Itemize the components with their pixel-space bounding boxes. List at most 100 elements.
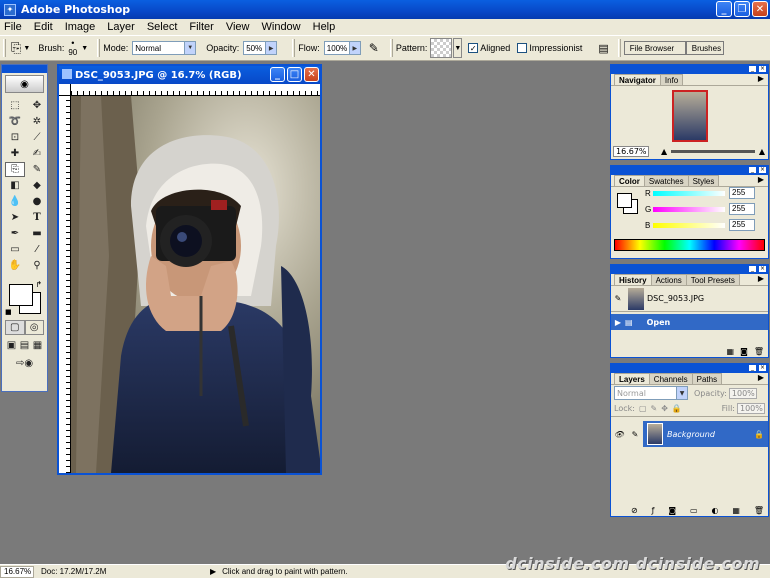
- eyedropper-icon[interactable]: ⁄: [27, 242, 47, 257]
- airbrush-icon[interactable]: ✎: [369, 41, 379, 55]
- zoom-in-icon[interactable]: ▲: [759, 147, 765, 156]
- move-icon[interactable]: ✥: [27, 98, 47, 113]
- adjustment-layer-icon[interactable]: ◐: [711, 506, 718, 515]
- layers-panel-header[interactable]: _ ×: [611, 364, 768, 373]
- adobe-online-icon[interactable]: ◉: [5, 75, 44, 93]
- color-fg-swatch[interactable]: [617, 193, 632, 208]
- doc-minimize-button[interactable]: _: [270, 67, 285, 82]
- zoom-out-icon[interactable]: ▲: [661, 147, 667, 156]
- delete-state-icon[interactable]: 🗑: [754, 347, 764, 356]
- menu-window[interactable]: Window: [262, 21, 301, 33]
- tab-layers[interactable]: Layers: [614, 373, 650, 384]
- tab-navigator[interactable]: Navigator: [614, 74, 661, 85]
- flow-field[interactable]: 100% ▶: [323, 41, 361, 55]
- history-panel-header[interactable]: _ ×: [611, 265, 768, 274]
- close-panel-icon[interactable]: ×: [758, 65, 767, 73]
- tab-swatches[interactable]: Swatches: [643, 175, 689, 186]
- quick-mask-icon[interactable]: ◎: [24, 320, 44, 335]
- crop-icon[interactable]: ⊡: [5, 130, 25, 145]
- b-value[interactable]: 255: [729, 219, 755, 231]
- tab-actions[interactable]: Actions: [650, 274, 687, 285]
- menu-view[interactable]: View: [226, 21, 250, 33]
- shape-icon[interactable]: ▬: [27, 226, 47, 241]
- menu-help[interactable]: Help: [313, 21, 336, 33]
- history-snapshot-row[interactable]: ✎ DSC_9053.JPG: [611, 286, 768, 312]
- menu-edit[interactable]: Edit: [34, 21, 53, 33]
- foreground-color[interactable]: [9, 284, 33, 306]
- color-panel-header[interactable]: _ ×: [611, 166, 768, 175]
- horizontal-ruler[interactable]: [71, 84, 320, 96]
- close-panel-icon[interactable]: ×: [758, 364, 767, 372]
- menu-filter[interactable]: Filter: [189, 21, 213, 33]
- eraser-icon[interactable]: ◧: [5, 178, 25, 193]
- path-select-icon[interactable]: ➤: [5, 210, 25, 225]
- panel-menu-icon[interactable]: ▶: [758, 175, 764, 186]
- clone-stamp-tool-icon[interactable]: ⎘: [5, 162, 25, 177]
- dodge-icon[interactable]: ●: [27, 194, 47, 209]
- swap-colors-icon[interactable]: ↱: [35, 280, 42, 289]
- blur-icon[interactable]: 💧: [5, 194, 25, 209]
- minimize-panel-icon[interactable]: _: [748, 166, 757, 174]
- pen-icon[interactable]: ✒: [5, 226, 25, 241]
- screen-mode-full-menu-icon[interactable]: ▤: [19, 338, 31, 353]
- lock-all-icon[interactable]: 🔒: [672, 404, 682, 413]
- tool-palette-header[interactable]: [2, 65, 47, 73]
- hand-icon[interactable]: ✋: [5, 258, 25, 273]
- history-brush-source-icon[interactable]: ✎: [611, 294, 625, 303]
- menu-layer[interactable]: Layer: [107, 21, 135, 33]
- lock-paint-icon[interactable]: ✎: [651, 404, 658, 413]
- tab-color[interactable]: Color: [614, 175, 645, 186]
- panel-menu-icon[interactable]: ▶: [758, 274, 764, 285]
- r-slider[interactable]: [653, 191, 725, 196]
- layer-mask-icon[interactable]: ◙: [668, 506, 676, 515]
- layer-visibility-eye-icon[interactable]: 👁: [611, 421, 627, 447]
- clone-stamp-icon[interactable]: ⎘: [11, 40, 21, 56]
- brushes-tab[interactable]: Brushes: [685, 41, 724, 55]
- new-group-icon[interactable]: ▭: [690, 506, 698, 515]
- tab-info[interactable]: Info: [659, 74, 684, 85]
- screen-mode-full-icon[interactable]: ▦: [32, 338, 44, 353]
- new-document-from-state-icon[interactable]: ▦: [727, 347, 735, 356]
- slice-icon[interactable]: ⟋: [27, 130, 47, 145]
- status-zoom[interactable]: 16.67%: [0, 565, 34, 578]
- doc-maximize-button[interactable]: □: [287, 67, 302, 82]
- ruler-corner[interactable]: [59, 84, 71, 96]
- tab-channels[interactable]: Channels: [648, 373, 693, 384]
- doc-close-button[interactable]: ✕: [304, 67, 319, 82]
- panel-menu-icon[interactable]: ▶: [758, 74, 764, 85]
- tab-history[interactable]: History: [614, 274, 652, 285]
- menu-select[interactable]: Select: [147, 21, 178, 33]
- navigator-panel-header[interactable]: _ ×: [611, 65, 768, 74]
- lock-transparency-icon[interactable]: ▢: [639, 404, 647, 413]
- r-value[interactable]: 255: [729, 187, 755, 199]
- file-browser-tab[interactable]: File Browser: [623, 41, 686, 55]
- vertical-ruler[interactable]: [59, 96, 71, 473]
- close-button[interactable]: ✕: [752, 1, 768, 17]
- image-canvas[interactable]: [71, 96, 320, 473]
- zoom-icon[interactable]: ⚲: [27, 258, 47, 273]
- tab-styles[interactable]: Styles: [687, 175, 720, 186]
- options-grip[interactable]: [3, 39, 6, 57]
- standard-mode-icon[interactable]: ▢: [5, 320, 25, 335]
- navigator-zoom-slider[interactable]: [671, 149, 755, 153]
- panel-menu-icon[interactable]: ▶: [758, 373, 764, 384]
- layer-link-brush-icon[interactable]: ✎: [627, 421, 643, 447]
- jump-to-imageready-icon[interactable]: ⇨◉: [5, 356, 44, 371]
- close-panel-icon[interactable]: ×: [758, 166, 767, 174]
- tab-paths[interactable]: Paths: [691, 373, 723, 384]
- layer-opacity-value[interactable]: 100%: [728, 387, 757, 399]
- paint-bucket-icon[interactable]: ◆: [27, 178, 47, 193]
- menu-file[interactable]: File: [4, 21, 22, 33]
- g-slider[interactable]: [653, 207, 725, 212]
- lasso-icon[interactable]: ➰: [5, 114, 25, 129]
- link-layers-icon[interactable]: ⊘: [631, 506, 638, 515]
- brush-icon[interactable]: ✍: [27, 146, 47, 161]
- brush-arrow-icon[interactable]: ▼: [81, 45, 88, 52]
- aligned-checkbox[interactable]: ✓: [468, 43, 479, 53]
- lock-move-icon[interactable]: ✥: [661, 404, 668, 413]
- fill-value[interactable]: 100%: [737, 403, 765, 414]
- magic-wand-icon[interactable]: ✲: [27, 114, 47, 129]
- new-snapshot-icon[interactable]: ◙: [740, 347, 748, 356]
- default-colors-icon[interactable]: ■: [5, 308, 12, 316]
- delete-layer-icon[interactable]: 🗑: [754, 506, 764, 515]
